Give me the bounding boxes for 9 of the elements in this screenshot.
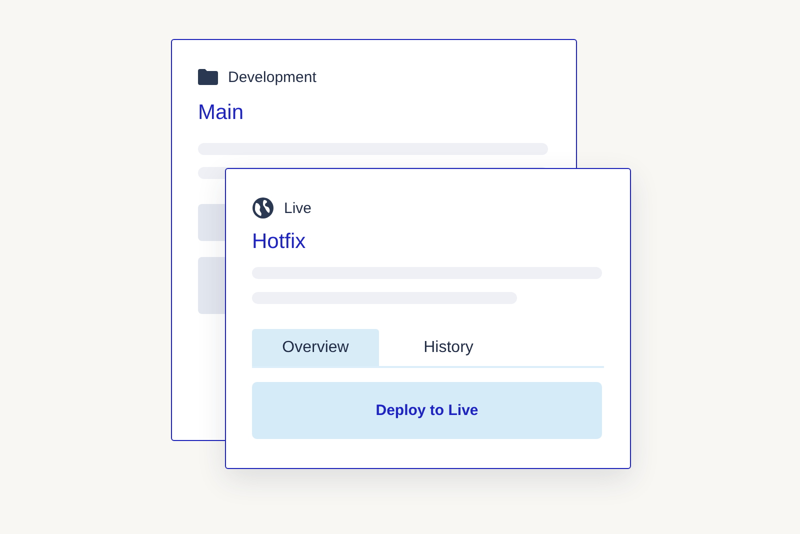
tab[interactable]: Overview [252,329,379,366]
globe-icon [252,197,274,219]
tab[interactable]: History [385,329,512,366]
card-title: Hotfix [252,229,307,255]
deploy-button[interactable]: Deploy to Live [252,382,602,439]
card-label: Development [228,68,316,86]
card-label: Live [284,200,312,216]
folder-icon [198,69,218,85]
card-title: Main [198,100,245,126]
